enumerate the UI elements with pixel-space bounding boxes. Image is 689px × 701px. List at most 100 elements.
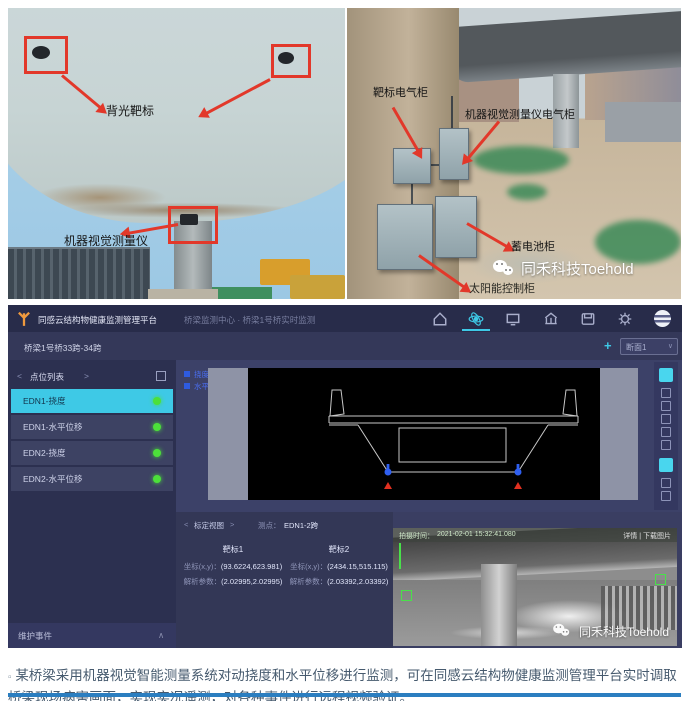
- wechat-logo-icon: [493, 260, 515, 278]
- camera-device: [32, 46, 50, 59]
- span-title: 桥梁1号桥33跨-34跨: [24, 342, 101, 354]
- video-actions[interactable]: 详情 | 下载图片: [623, 531, 671, 541]
- settings-icon[interactable]: [617, 311, 633, 327]
- sidebar-item-edn1-deflection[interactable]: EDN1-挠度: [11, 389, 173, 413]
- sidebar-item-label: EDN1-挠度: [23, 396, 66, 406]
- watermark: 同禾科技Toehold: [551, 622, 669, 640]
- sub-header: 桥梁1号桥33跨-34跨 + 断面1 ∨: [8, 332, 682, 360]
- video-target-marker: [655, 574, 666, 585]
- monitoring-platform-screenshot: 同感云结构物健康监测管理平台 桥梁监测中心 · 桥梁1号桥实时监测: [8, 305, 682, 648]
- photo-electrical-cabinets: 靶标电气柜 机器视觉测量仪电气柜 蓄电池柜 太阳能控制柜 同禾科技Toehold: [347, 8, 681, 299]
- photo-annotation-label: 机器视觉测量仪电气柜: [465, 106, 575, 122]
- watermark: 同禾科技Toehold: [493, 258, 634, 279]
- chevron-down-icon: ∨: [668, 342, 673, 350]
- watermark-text: 同禾科技Toehold: [521, 258, 634, 279]
- target-2-block: 靶标2 坐标(x,y)：(2434.15,515.115) 解析参数：(2.03…: [288, 544, 390, 587]
- tool-button-layers[interactable]: [659, 458, 673, 472]
- target-name: 靶标1: [182, 544, 284, 555]
- legend-swatch: [184, 371, 190, 377]
- tool-zoom-out[interactable]: [661, 401, 671, 411]
- live-video-panel: 拍摄时间： 2021-02-01 15:32:41.080 详情 | 下载图片 …: [393, 528, 677, 646]
- monitoring-icon[interactable]: [468, 311, 484, 327]
- tool-button-view[interactable]: [659, 368, 673, 382]
- chevron-left-icon[interactable]: <: [184, 520, 188, 529]
- coord-label: 坐标(x,y)：: [184, 562, 221, 571]
- chevron-left-icon[interactable]: <: [17, 371, 22, 381]
- storage-icon[interactable]: [580, 311, 596, 327]
- wechat-logo-icon: [553, 624, 571, 638]
- photo-annotation-label: 蓄电池柜: [511, 238, 555, 254]
- sidebar-point-list: < 点位列表 > EDN1-挠度 EDN1-水平位移 EDN2-挠度 EDN2-…: [8, 360, 176, 648]
- collapse-icon[interactable]: ∧: [158, 630, 164, 641]
- camera-markers-red: [384, 482, 522, 489]
- status-dot-online: [153, 449, 161, 457]
- tarp-shape: [212, 287, 272, 299]
- sidebar-title: 点位列表: [30, 371, 64, 383]
- status-dot-online: [153, 475, 161, 483]
- home-icon[interactable]: [432, 311, 448, 327]
- site-wall-shape: [605, 102, 681, 142]
- bridge-cross-section-drawing: [248, 368, 600, 500]
- chevron-right-icon[interactable]: >: [230, 520, 234, 529]
- tool-rotate[interactable]: [661, 427, 671, 437]
- tool-zoom-in[interactable]: [661, 388, 671, 398]
- maintenance-events-header[interactable]: 维护事件 ∧: [8, 623, 176, 648]
- screen-icon[interactable]: [505, 311, 521, 327]
- panel-title: 标定视图: [194, 520, 224, 531]
- cross-section-canvas[interactable]: [248, 368, 600, 500]
- tool-grid[interactable]: [661, 478, 671, 488]
- watermark-text: 同禾科技Toehold: [579, 623, 669, 640]
- sidebar-item-edn1-horizontal[interactable]: EDN1-水平位移: [11, 415, 173, 439]
- point-value: EDN1-2跨: [284, 520, 318, 531]
- sidebar-item-label: EDN2-挠度: [23, 448, 66, 458]
- maintenance-events-label: 维护事件: [18, 630, 52, 642]
- article-page: 背光靶标 机器视觉测量仪 靶标电气柜 机器视觉测量仪电气柜 蓄电池柜 太阳能控制…: [0, 0, 689, 701]
- point-label: 测点：: [258, 520, 281, 531]
- avatar[interactable]: [654, 310, 671, 327]
- camera-device: [278, 52, 294, 64]
- coord-label: 坐标(x,y)：: [290, 562, 327, 571]
- capture-time-value: 2021-02-01 15:32:41.080: [437, 531, 516, 538]
- coord-value: (2434.15,515.115): [327, 562, 388, 571]
- param-value: (2.02995,2.02995): [221, 577, 282, 586]
- photo-annotation-label: 太阳能控制柜: [469, 280, 535, 296]
- app-title: 同感云结构物健康监测管理平台: [38, 314, 157, 326]
- conduit-line: [451, 96, 453, 130]
- photo-annotation-label: 机器视觉测量仪: [64, 232, 148, 249]
- target-markers-blue: [385, 464, 522, 476]
- ground-shape: [148, 289, 218, 299]
- section-select-value: 断面1: [626, 342, 646, 353]
- tool-fit[interactable]: [661, 440, 671, 450]
- tool-settings[interactable]: [661, 491, 671, 501]
- video-overlay-header: 拍摄时间： 2021-02-01 15:32:41.080 详情 | 下载图片: [393, 528, 677, 542]
- coord-value: (93.6224,623.981): [221, 562, 282, 571]
- chevron-right-icon[interactable]: >: [84, 371, 89, 381]
- tool-pan[interactable]: [661, 414, 671, 424]
- calibration-panel: < 标定视图 > 测点： EDN1-2跨 靶标1 坐标(x,y)：(93.622…: [176, 512, 393, 648]
- vision-sensor-device: [180, 214, 198, 225]
- param-label: 解析参数：: [184, 577, 222, 586]
- add-section-button[interactable]: +: [604, 338, 612, 353]
- section-select[interactable]: 断面1 ∨: [620, 338, 678, 355]
- photo-annotation-label: 靶标电气柜: [373, 84, 428, 100]
- logo-icon: [16, 311, 32, 327]
- param-value: (2.03392,2.03392): [327, 577, 388, 586]
- sidebar-item-label: EDN1-水平位移: [23, 422, 83, 432]
- photo-annotation-label: 背光靶标: [106, 102, 154, 119]
- sidebar-item-edn2-horizontal[interactable]: EDN2-水平位移: [11, 467, 173, 491]
- project-icon[interactable]: [543, 311, 559, 327]
- fence-shape: [8, 247, 150, 299]
- top-navbar: 同感云结构物健康监测管理平台 桥梁监测中心 · 桥梁1号桥实时监测: [8, 305, 682, 332]
- divider-blue-bar: [8, 693, 681, 697]
- status-dot-online: [153, 397, 161, 405]
- sidebar-item-edn2-deflection[interactable]: EDN2-挠度: [11, 441, 173, 465]
- legend-swatch: [184, 383, 190, 389]
- conduit-line: [411, 184, 413, 206]
- video-target-marker: [401, 590, 412, 601]
- expand-icon[interactable]: [156, 371, 166, 381]
- green-netting-shape: [507, 184, 547, 200]
- capture-time-label: 拍摄时间：: [399, 531, 434, 541]
- schematic-zone: 挠度测点 水平位移测点: [176, 360, 682, 512]
- target-name: 靶标2: [288, 544, 390, 555]
- canvas-margin-left: [208, 368, 248, 500]
